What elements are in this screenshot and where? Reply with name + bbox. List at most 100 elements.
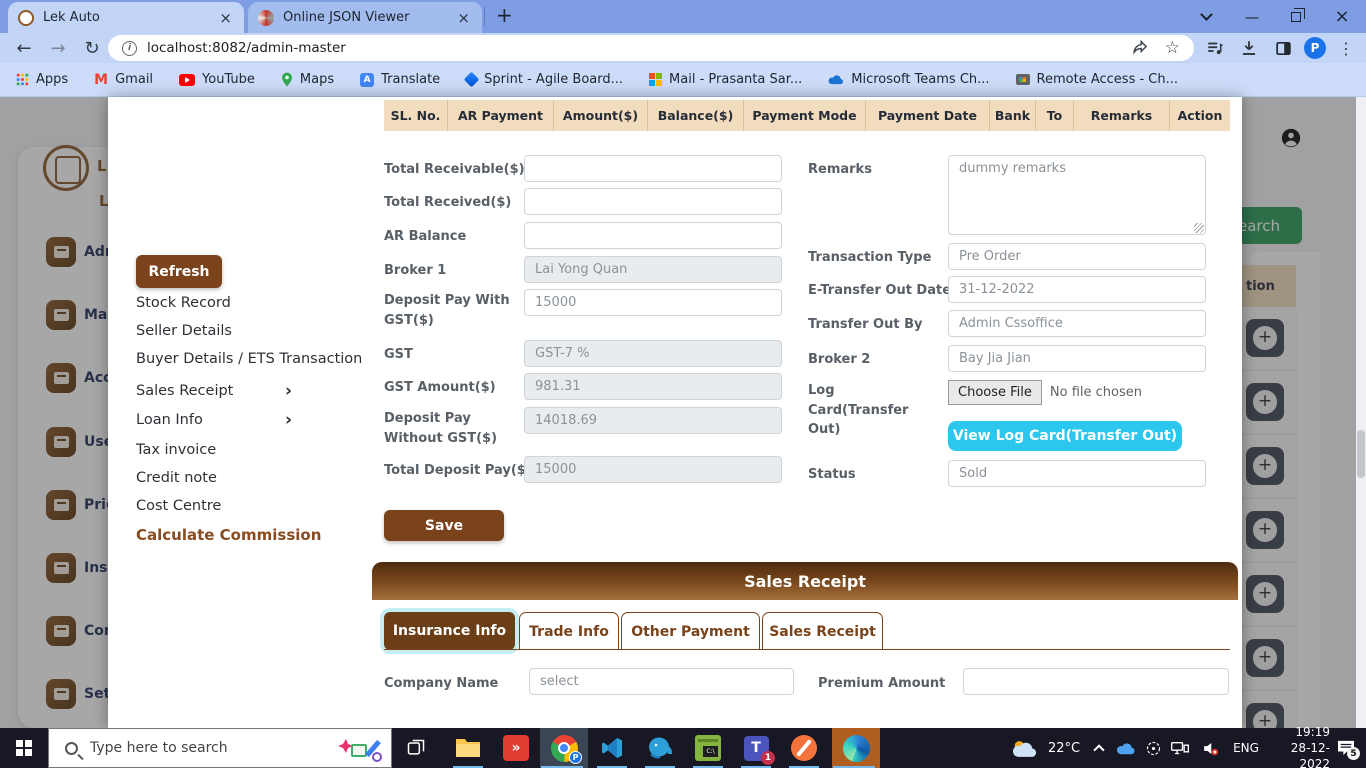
- browser-tab-json-viewer[interactable]: Online JSON Viewer ×: [248, 2, 482, 33]
- bookmark-maps[interactable]: Maps: [281, 72, 334, 87]
- tab-close-icon[interactable]: ×: [217, 9, 234, 27]
- weather-icon[interactable]: [1006, 728, 1042, 768]
- address-bar[interactable]: i localhost:8082/admin-master ☆: [108, 35, 1194, 61]
- bookmark-teams[interactable]: Microsoft Teams Ch...: [828, 72, 989, 87]
- download-icon[interactable]: [1234, 33, 1264, 63]
- profile-avatar[interactable]: P: [1300, 33, 1330, 63]
- bookmark-apps[interactable]: Apps: [16, 72, 68, 87]
- menu-item-credit-note[interactable]: Credit note: [136, 470, 217, 486]
- close-button[interactable]: ×: [1322, 0, 1362, 33]
- total-deposit-pay-input[interactable]: [524, 456, 782, 483]
- broker1-input[interactable]: [524, 256, 782, 283]
- column-header: To: [1036, 100, 1074, 131]
- menu-item-stock-record[interactable]: Stock Record: [136, 295, 231, 311]
- transfer-out-by-input[interactable]: [948, 310, 1206, 337]
- taskbar-search[interactable]: Type here to search: [48, 728, 392, 768]
- share-icon[interactable]: [1132, 38, 1149, 59]
- onedrive-icon[interactable]: [1112, 728, 1140, 768]
- bookmark-sprint-board[interactable]: Sprint - Agile Board...: [466, 72, 623, 87]
- transaction-type-input[interactable]: [948, 243, 1206, 270]
- tab-sales-receipt[interactable]: Sales Receipt: [762, 612, 883, 650]
- restore-button[interactable]: [1276, 0, 1316, 33]
- file-explorer-icon[interactable]: [446, 728, 490, 768]
- browser-menu-icon[interactable]: ⋮: [1334, 33, 1358, 63]
- resize-handle[interactable]: [1194, 223, 1204, 233]
- forward-icon[interactable]: →: [44, 33, 72, 63]
- back-icon[interactable]: ←: [10, 33, 38, 63]
- menu-item-tax-invoice[interactable]: Tax invoice: [136, 442, 216, 458]
- start-button[interactable]: [0, 728, 48, 768]
- cloud-icon: [828, 74, 844, 85]
- edge-taskbar-icon[interactable]: [832, 728, 880, 768]
- deposit-pay-with-gst-input[interactable]: [524, 289, 782, 316]
- clock[interactable]: 19:19 28-12-2022: [1268, 728, 1330, 768]
- task-view-button[interactable]: [394, 728, 438, 768]
- media-playlist-extension-icon[interactable]: [1200, 33, 1230, 63]
- gst-amount-input[interactable]: [524, 373, 782, 400]
- gst-input[interactable]: [524, 340, 782, 367]
- company-name-select[interactable]: [529, 668, 794, 695]
- premium-amount-input[interactable]: [963, 668, 1229, 695]
- bookmark-remote-access[interactable]: Remote Access - Ch...: [1016, 72, 1178, 87]
- git-terminal-icon[interactable]: C:\: [686, 728, 730, 768]
- browser-tab-lek-auto[interactable]: Lek Auto ×: [8, 2, 244, 33]
- red-chevrons-app-icon[interactable]: »: [494, 728, 538, 768]
- temperature-text[interactable]: 22°C: [1042, 728, 1086, 768]
- chrome-taskbar-icon[interactable]: P: [540, 728, 588, 768]
- bookmark-youtube[interactable]: YouTube: [179, 72, 255, 87]
- remarks-textarea[interactable]: dummy remarks: [948, 155, 1206, 235]
- bookmark-star-icon[interactable]: ☆: [1165, 38, 1180, 58]
- bookmark-mail[interactable]: Mail - Prasanta Sar...: [649, 72, 802, 87]
- tabs-underline: [384, 649, 1230, 650]
- pgadmin-elephant-icon[interactable]: [638, 728, 682, 768]
- gmail-icon: M: [94, 72, 108, 88]
- notification-center-icon[interactable]: 5: [1330, 728, 1362, 768]
- menu-item-calculate-commission[interactable]: Calculate Commission: [136, 526, 321, 544]
- network-icon[interactable]: [1166, 728, 1194, 768]
- scrollbar-thumb[interactable]: [1357, 430, 1365, 478]
- bookmark-gmail[interactable]: MGmail: [94, 72, 153, 88]
- meet-now-icon[interactable]: [1140, 728, 1166, 768]
- tab-search-chevron-icon[interactable]: [1186, 0, 1226, 33]
- field-label: Deposit Pay Without GST($): [384, 409, 519, 448]
- orange-pen-app-icon[interactable]: [782, 728, 826, 768]
- etransfer-out-date-input[interactable]: [948, 276, 1206, 303]
- json-viewer-favicon-icon: [258, 10, 274, 26]
- tab-trade-info[interactable]: Trade Info: [519, 612, 619, 650]
- bookmark-translate[interactable]: ATranslate: [360, 72, 440, 87]
- menu-item-sales-receipt[interactable]: Sales Receipt: [136, 383, 233, 399]
- field-label: Broker 1: [384, 261, 446, 281]
- side-panel-icon[interactable]: [1268, 33, 1298, 63]
- save-button[interactable]: Save: [384, 510, 504, 541]
- log-card-file-input[interactable]: Choose File No file chosen: [948, 379, 1206, 406]
- refresh-button[interactable]: Refresh: [136, 255, 222, 288]
- menu-item-buyer-details[interactable]: Buyer Details / ETS Transaction: [136, 351, 362, 367]
- page-scrollbar[interactable]: [1356, 97, 1366, 728]
- vscode-icon[interactable]: [590, 728, 634, 768]
- broker2-input[interactable]: [948, 345, 1206, 372]
- view-log-card-button[interactable]: View Log Card(Transfer Out): [948, 421, 1182, 451]
- menu-item-loan-info[interactable]: Loan Info: [136, 412, 203, 428]
- tab-close-icon[interactable]: ×: [455, 9, 472, 27]
- tab-insurance-info[interactable]: Insurance Info: [384, 612, 515, 650]
- language-indicator[interactable]: ENG: [1228, 728, 1264, 768]
- hidden-icons-chevron[interactable]: [1088, 728, 1110, 768]
- status-input[interactable]: [948, 460, 1206, 487]
- total-received-input[interactable]: [524, 188, 782, 215]
- menu-item-cost-centre[interactable]: Cost Centre: [136, 498, 221, 514]
- new-tab-button[interactable]: +: [496, 3, 513, 27]
- site-info-icon[interactable]: i: [122, 41, 137, 56]
- choose-file-button[interactable]: Choose File: [948, 380, 1042, 405]
- tab-other-payment[interactable]: Other Payment: [621, 612, 760, 650]
- minimize-button[interactable]: —: [1232, 0, 1272, 33]
- deposit-pay-without-gst-input[interactable]: [524, 407, 782, 434]
- ar-balance-input[interactable]: [524, 222, 782, 249]
- field-label: E-Transfer Out Date: [808, 281, 951, 301]
- ar-payment-table-header: SL. No. AR Payment Amount($) Balance($) …: [384, 100, 1230, 131]
- teams-icon[interactable]: T 1: [734, 728, 778, 768]
- menu-item-seller-details[interactable]: Seller Details: [136, 323, 232, 339]
- volume-muted-icon[interactable]: [1196, 728, 1224, 768]
- total-receivable-input[interactable]: [524, 155, 782, 182]
- reload-icon[interactable]: ↻: [78, 33, 106, 63]
- screen: Lek Auto × Online JSON Viewer × + — × ← …: [0, 0, 1366, 768]
